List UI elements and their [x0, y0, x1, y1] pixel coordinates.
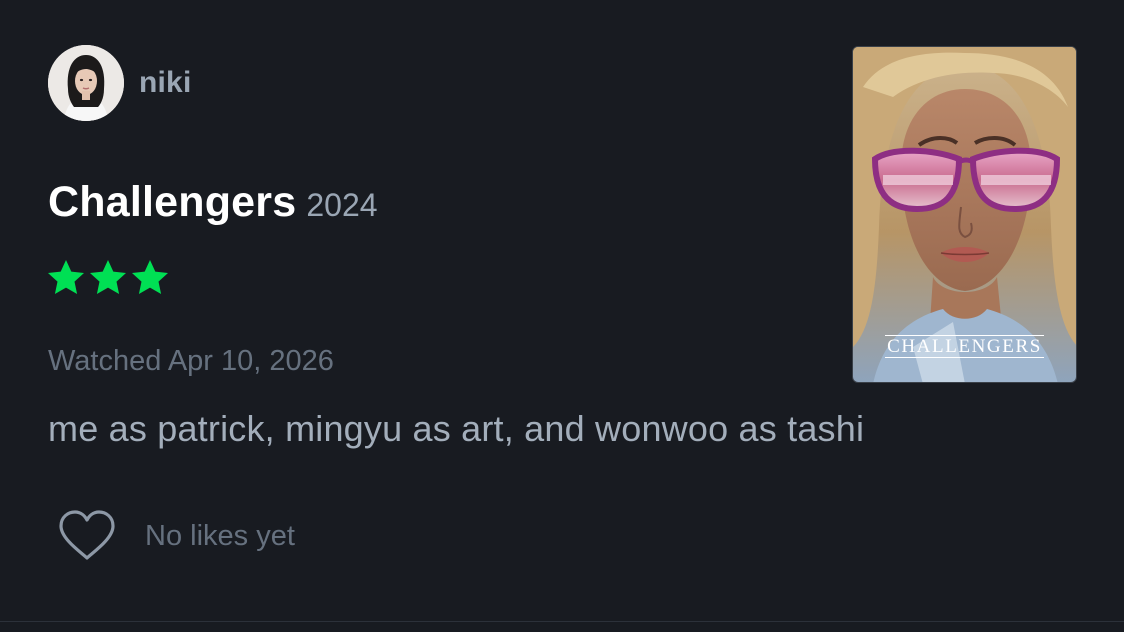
- likes-count-label: No likes yet: [145, 519, 295, 552]
- watched-date: Watched Apr 10, 2026: [48, 345, 334, 377]
- avatar-photo: [48, 45, 124, 121]
- poster-artwork: [853, 47, 1076, 382]
- star-icon: [132, 260, 168, 294]
- film-title-row: Challengers 2024: [48, 178, 378, 227]
- bottom-divider: [0, 621, 1124, 622]
- star-icon: [48, 260, 84, 294]
- film-year[interactable]: 2024: [306, 187, 377, 224]
- star-rating: [46, 258, 170, 298]
- user-row[interactable]: niki: [48, 45, 191, 121]
- film-title[interactable]: Challengers: [48, 178, 296, 227]
- heart-icon[interactable]: [56, 508, 118, 564]
- username[interactable]: niki: [139, 66, 191, 100]
- film-poster[interactable]: CHALLENGERS: [852, 46, 1077, 383]
- star-icon: [90, 260, 126, 294]
- avatar[interactable]: [48, 45, 124, 121]
- review-card: niki Challengers 2024 Watched Apr 10, 20…: [0, 0, 1124, 632]
- review-text: me as patrick, mingyu as art, and wonwoo…: [48, 408, 865, 449]
- likes-row: No likes yet: [56, 508, 295, 564]
- poster-title: CHALLENGERS: [885, 335, 1044, 358]
